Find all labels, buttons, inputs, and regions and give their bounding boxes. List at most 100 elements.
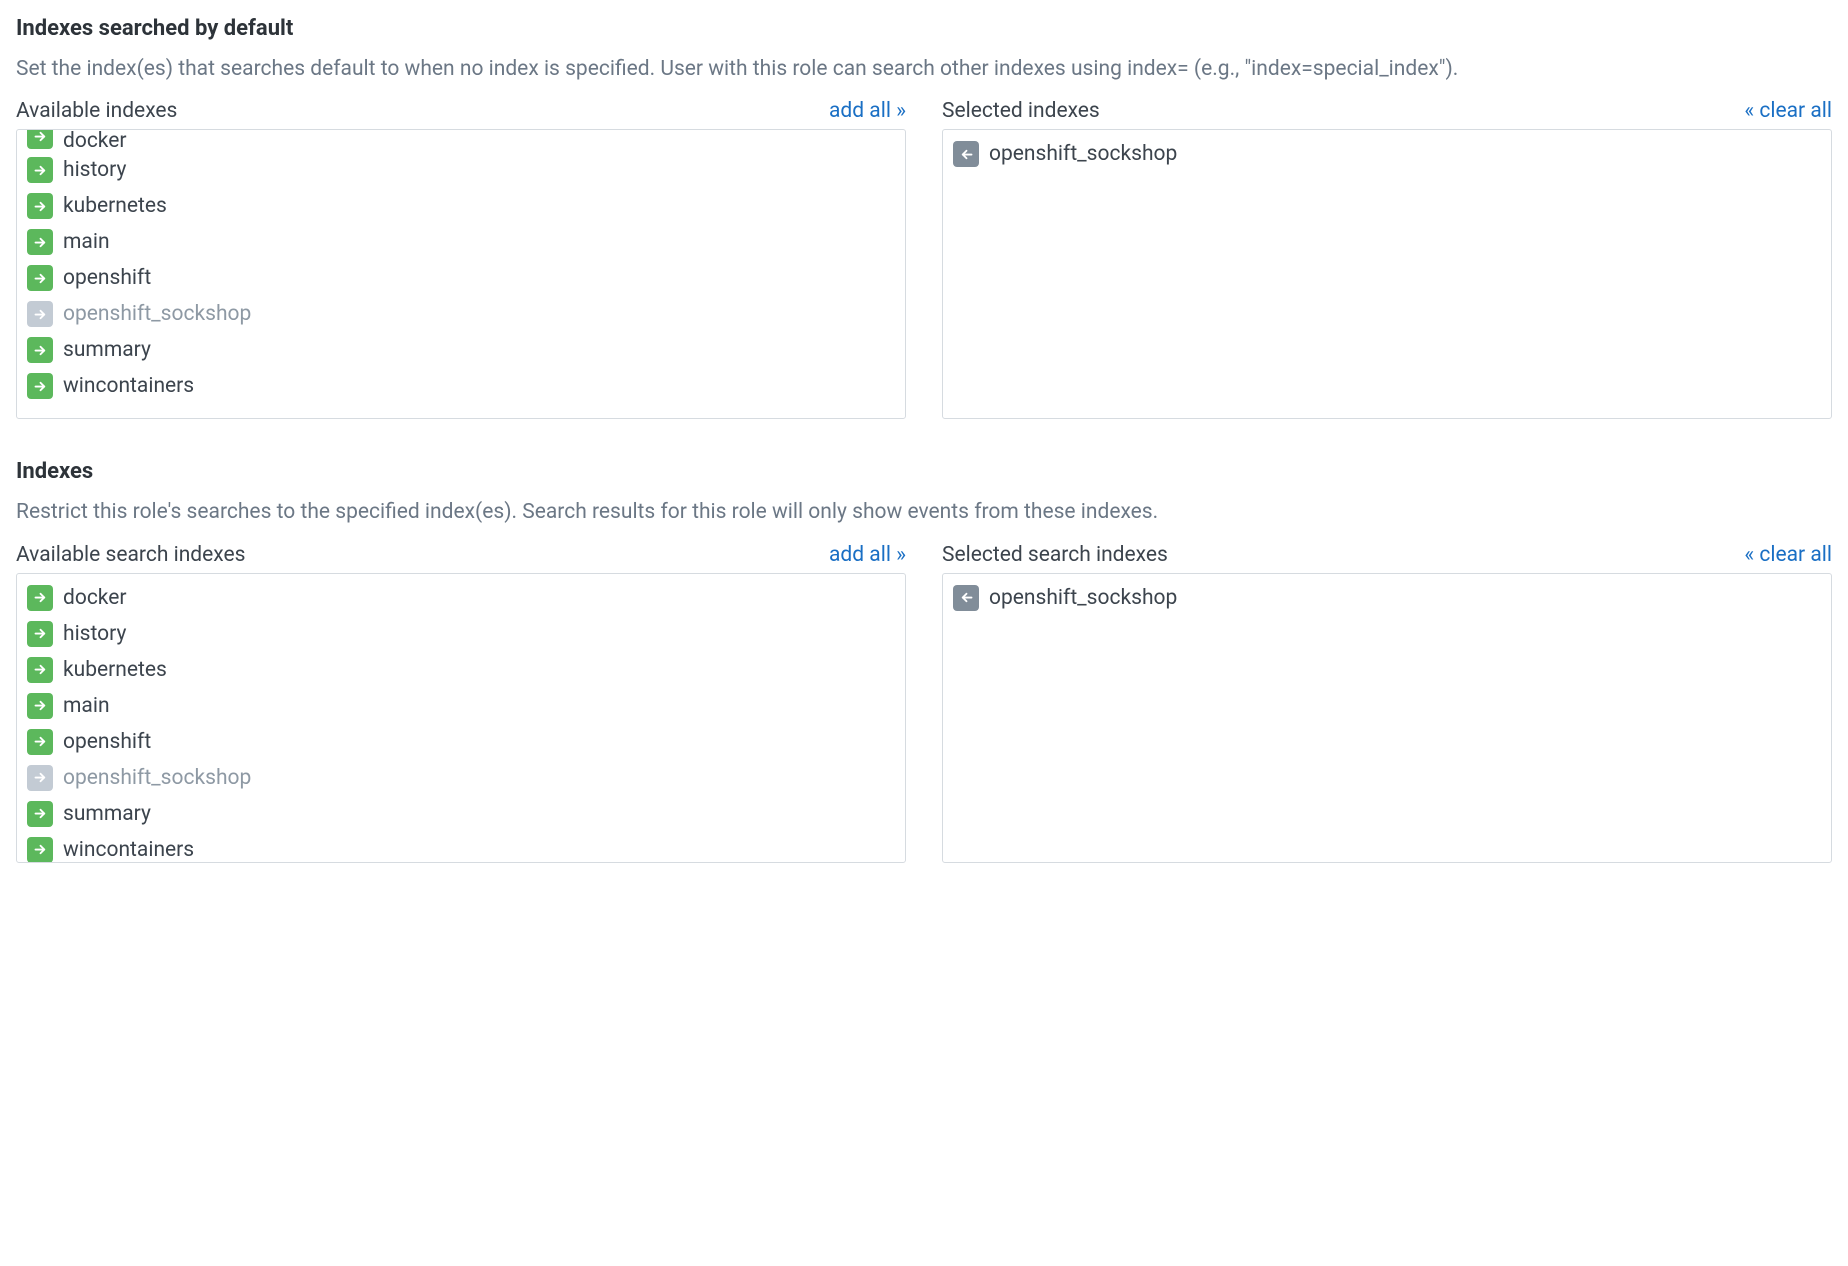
index-name-label: main bbox=[63, 230, 110, 254]
panel-available-indexes: Available indexes add all » docker histor… bbox=[16, 99, 906, 419]
available-search-indexes-list[interactable]: docker history kubernetes main openshift open… bbox=[17, 574, 905, 862]
add-index-button[interactable] bbox=[27, 130, 53, 149]
index-name-label: openshift bbox=[63, 730, 151, 754]
selected-search-indexes-label: Selected search indexes bbox=[942, 543, 1168, 567]
panel-selected-search-indexes: Selected search indexes « clear all open… bbox=[942, 543, 1832, 863]
list-item[interactable]: wincontainers bbox=[25, 832, 897, 862]
arrow-right-icon bbox=[33, 626, 48, 641]
list-item[interactable]: history bbox=[25, 616, 897, 652]
index-name-label: openshift_sockshop bbox=[63, 766, 251, 790]
panel-selected-indexes: Selected indexes « clear all openshift_s… bbox=[942, 99, 1832, 419]
list-item[interactable]: wincontainers bbox=[25, 368, 897, 404]
arrow-left-icon bbox=[959, 147, 974, 162]
selected-indexes-label: Selected indexes bbox=[942, 99, 1100, 123]
add-index-button[interactable] bbox=[27, 193, 53, 219]
panel-header: Available search indexes add all » bbox=[16, 543, 906, 567]
add-index-button[interactable] bbox=[27, 265, 53, 291]
panel-header: Selected search indexes « clear all bbox=[942, 543, 1832, 567]
index-name-label: docker bbox=[63, 130, 127, 152]
available-indexes-label: Available indexes bbox=[16, 99, 177, 123]
add-index-button[interactable] bbox=[27, 693, 53, 719]
clear-all-link[interactable]: « clear all bbox=[1744, 99, 1832, 123]
index-name-label: summary bbox=[63, 338, 151, 362]
add-index-button[interactable] bbox=[27, 729, 53, 755]
add-index-button[interactable] bbox=[27, 801, 53, 827]
add-index-button[interactable] bbox=[27, 621, 53, 647]
index-name-label: main bbox=[63, 694, 110, 718]
arrow-right-icon bbox=[33, 698, 48, 713]
arrow-right-icon bbox=[33, 199, 48, 214]
arrow-right-icon bbox=[33, 379, 48, 394]
panel-available-search-indexes: Available search indexes add all » docke… bbox=[16, 543, 906, 863]
list-item[interactable]: openshift_sockshop bbox=[25, 296, 897, 332]
list-item[interactable]: openshift bbox=[25, 260, 897, 296]
add-index-button[interactable] bbox=[27, 337, 53, 363]
list-item[interactable]: openshift_sockshop bbox=[25, 760, 897, 796]
index-name-label: openshift_sockshop bbox=[63, 302, 251, 326]
section-desc-default-indexes: Set the index(es) that searches default … bbox=[16, 55, 1832, 83]
clear-all-link[interactable]: « clear all bbox=[1744, 543, 1832, 567]
add-all-link[interactable]: add all » bbox=[829, 543, 906, 567]
add-index-button[interactable] bbox=[27, 657, 53, 683]
add-index-button[interactable] bbox=[27, 373, 53, 399]
available-search-indexes-listbox: docker history kubernetes main openshift open… bbox=[16, 573, 906, 863]
arrow-right-icon bbox=[33, 307, 48, 322]
index-name-label: wincontainers bbox=[63, 374, 194, 398]
list-item[interactable]: summary bbox=[25, 332, 897, 368]
list-item[interactable]: openshift_sockshop bbox=[951, 136, 1823, 172]
list-item[interactable]: kubernetes bbox=[25, 188, 897, 224]
index-name-label: kubernetes bbox=[63, 194, 167, 218]
arrow-right-icon bbox=[33, 842, 48, 857]
selected-search-indexes-listbox: openshift_sockshop bbox=[942, 573, 1832, 863]
add-index-button[interactable] bbox=[27, 585, 53, 611]
section-desc-indexes: Restrict this role's searches to the spe… bbox=[16, 498, 1832, 526]
list-item[interactable]: openshift_sockshop bbox=[951, 580, 1823, 616]
selected-indexes-list[interactable]: openshift_sockshop bbox=[943, 130, 1831, 418]
add-index-button[interactable] bbox=[27, 157, 53, 183]
list-item[interactable]: main bbox=[25, 688, 897, 724]
arrow-right-icon bbox=[33, 806, 48, 821]
list-item[interactable]: kubernetes bbox=[25, 652, 897, 688]
dual-list-indexes: Available search indexes add all » docke… bbox=[16, 543, 1832, 863]
list-item[interactable]: summary bbox=[25, 796, 897, 832]
remove-index-button[interactable] bbox=[953, 141, 979, 167]
selected-search-indexes-list[interactable]: openshift_sockshop bbox=[943, 574, 1831, 862]
arrow-left-icon bbox=[959, 590, 974, 605]
section-title-indexes: Indexes bbox=[16, 459, 1832, 484]
add-index-button bbox=[27, 765, 53, 791]
index-name-label: kubernetes bbox=[63, 658, 167, 682]
index-name-label: openshift_sockshop bbox=[989, 586, 1177, 610]
arrow-right-icon bbox=[33, 770, 48, 785]
add-index-button bbox=[27, 301, 53, 327]
section-title-default-indexes: Indexes searched by default bbox=[16, 16, 1832, 41]
add-all-link[interactable]: add all » bbox=[829, 99, 906, 123]
dual-list-default-indexes: Available indexes add all » docker histor… bbox=[16, 99, 1832, 419]
index-name-label: openshift bbox=[63, 266, 151, 290]
available-indexes-listbox: docker history kubernetes main openshift open… bbox=[16, 129, 906, 419]
remove-index-button[interactable] bbox=[953, 585, 979, 611]
add-index-button[interactable] bbox=[27, 837, 53, 862]
list-item[interactable]: main bbox=[25, 224, 897, 260]
index-name-label: docker bbox=[63, 586, 127, 610]
available-indexes-list[interactable]: docker history kubernetes main openshift open… bbox=[17, 130, 905, 418]
add-index-button[interactable] bbox=[27, 229, 53, 255]
arrow-right-icon bbox=[33, 163, 48, 178]
arrow-right-icon bbox=[33, 130, 48, 144]
index-name-label: history bbox=[63, 158, 126, 182]
list-item[interactable]: history bbox=[25, 152, 897, 188]
panel-header: Selected indexes « clear all bbox=[942, 99, 1832, 123]
arrow-right-icon bbox=[33, 343, 48, 358]
list-item[interactable]: docker bbox=[25, 130, 897, 152]
list-item[interactable]: openshift bbox=[25, 724, 897, 760]
arrow-right-icon bbox=[33, 662, 48, 677]
arrow-right-icon bbox=[33, 590, 48, 605]
list-item[interactable]: docker bbox=[25, 580, 897, 616]
arrow-right-icon bbox=[33, 271, 48, 286]
arrow-right-icon bbox=[33, 734, 48, 749]
index-name-label: wincontainers bbox=[63, 838, 194, 862]
index-name-label: summary bbox=[63, 802, 151, 826]
index-name-label: history bbox=[63, 622, 126, 646]
arrow-right-icon bbox=[33, 235, 48, 250]
selected-indexes-listbox: openshift_sockshop bbox=[942, 129, 1832, 419]
index-name-label: openshift_sockshop bbox=[989, 142, 1177, 166]
